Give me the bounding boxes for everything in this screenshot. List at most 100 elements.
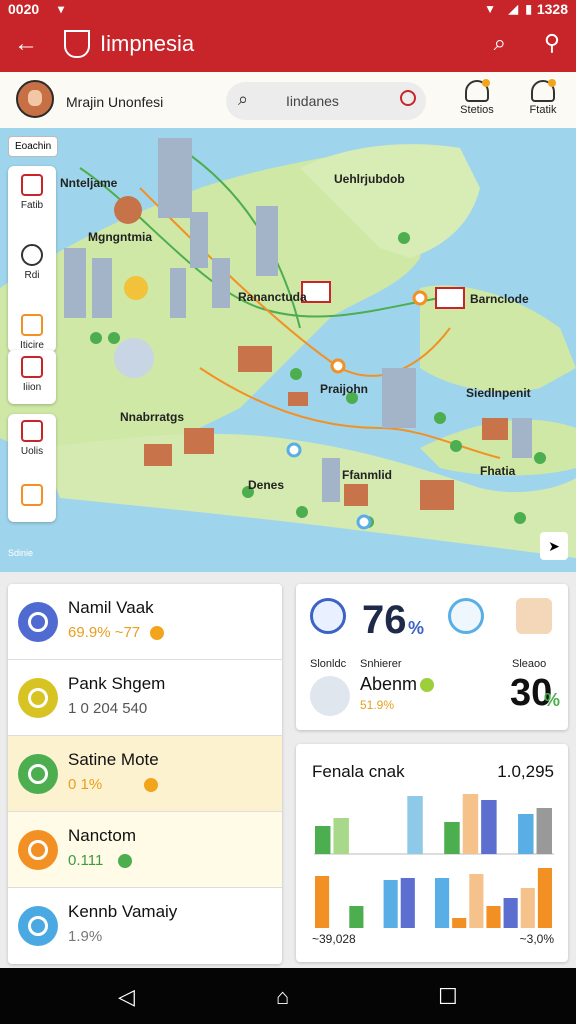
chart-bar	[315, 876, 330, 928]
chart-bar	[407, 796, 423, 854]
chart-bar	[536, 808, 552, 854]
star-icon	[21, 314, 43, 336]
status-dot	[150, 626, 164, 640]
avatar	[310, 676, 350, 716]
status-button[interactable]: Stetios	[450, 79, 504, 116]
map-label: Ffanmlid	[342, 468, 392, 482]
app-bar: ← Iimpnesia ⌕ ⚲	[0, 18, 576, 72]
system-nav-bar: ◁ ⌂ ☐	[0, 968, 576, 1024]
chart-bar	[520, 888, 535, 928]
search-row: Mrajin Unonfesi ⌕ Iindanes Stetios Ftati…	[0, 72, 576, 128]
signal-icon: ◢	[508, 2, 518, 16]
compass-icon[interactable]: ➤	[540, 532, 568, 560]
list-item-name: Satine Mote	[68, 750, 159, 769]
stat-label: Slonldc	[310, 658, 347, 670]
avatar[interactable]	[16, 80, 54, 118]
list-item[interactable]: Pank Shgem 1 0 204 540	[8, 660, 282, 736]
search-placeholder: Iindanes	[286, 93, 339, 109]
list-item[interactable]: Satine Mote 0 1%	[8, 736, 282, 812]
nav-back-icon[interactable]: ◁	[118, 984, 135, 1010]
back-arrow-icon[interactable]: ←	[14, 30, 38, 58]
chart-bar	[452, 918, 467, 928]
chart-bar	[537, 868, 552, 928]
map-side-panel: Fatib Rdi Iticire	[8, 166, 56, 352]
pin-icon	[18, 678, 58, 718]
map-label: Rananctuda	[238, 290, 307, 304]
bar-chart-card: Fenala cnak 1.0,295 ~39,028 ~3,0%	[296, 744, 568, 962]
category-list: Namil Vaak 69.9% ~77 Pank Shgem 1 0 204 …	[8, 584, 282, 964]
stat-big-unit: %	[408, 618, 425, 638]
person-name: Abenm	[360, 674, 418, 694]
chart-bar	[383, 880, 398, 928]
status-clock: 1328	[536, 1, 568, 17]
location-pin-icon[interactable]	[400, 90, 416, 106]
map-label: Nnteljame	[60, 176, 118, 190]
side-item-uolis[interactable]: Uolis	[8, 420, 56, 474]
wifi-icon: ▼	[484, 2, 496, 16]
search-input[interactable]: ⌕ Iindanes	[226, 82, 426, 120]
chart-bar	[503, 898, 518, 928]
stat-big-unit-2: %	[544, 690, 561, 710]
list-item[interactable]: Namil Vaak 69.9% ~77	[8, 584, 282, 660]
greeting-text: Mrajin Unonfesi	[66, 94, 164, 110]
home-icon	[531, 79, 556, 102]
list-item-value: 69.9% ~77	[68, 624, 141, 641]
list-item-name: Kennb Vamaiy	[68, 902, 178, 921]
stat-big-value: 76	[362, 598, 407, 642]
profile-icon[interactable]: ⚲	[544, 30, 560, 56]
map-label: Nnabrratgs	[120, 410, 185, 424]
map-graphic	[0, 138, 576, 558]
status-dot	[118, 854, 132, 868]
status-dot	[420, 678, 434, 692]
list-item-name: Nanctom	[68, 826, 137, 845]
map-attribution: Sdinie	[8, 548, 34, 558]
list-item[interactable]: Nanctom 0.111	[8, 812, 282, 888]
list-item-value: 1 0 204 540	[68, 700, 148, 717]
filter-button-label: Ftatik	[529, 104, 557, 116]
side-item-iiion[interactable]: Iiion	[8, 356, 56, 410]
person-percent: 51.9%	[360, 698, 395, 712]
compass-icon	[448, 598, 484, 634]
chat-icon	[18, 602, 58, 642]
chart-bar	[315, 826, 331, 854]
map-label: Uehlrjubdob	[334, 172, 405, 186]
magnifier-icon: ⌕	[238, 89, 249, 109]
temple-icon	[516, 598, 552, 634]
map-side-panel-3: Uolis	[8, 414, 56, 522]
stat-label: Sleaoo	[512, 658, 547, 670]
chart-bar	[462, 794, 479, 854]
document-icon	[18, 754, 58, 794]
list-item-value: 0.111	[68, 852, 104, 869]
map-chip[interactable]: Eoachin	[8, 136, 59, 157]
chart-bar	[444, 822, 460, 854]
chart-bar	[481, 800, 497, 854]
map-label: Mgngntmia	[88, 230, 152, 244]
calendar-icon	[21, 356, 43, 378]
side-item-label: Uolis	[20, 446, 44, 457]
side-item-rdi[interactable]: Rdi	[8, 244, 56, 306]
city-map[interactable]: Eoachin Nnteljame Mgngntmia Uehlrjubdob …	[0, 128, 576, 572]
map-label: Fhatia	[480, 464, 516, 478]
chart-bar	[469, 874, 484, 928]
chart-bar	[349, 906, 364, 928]
map-label: Barnclode	[470, 292, 529, 306]
list-item[interactable]: Kennb Vamaiy 1.9%	[8, 888, 282, 964]
map-label: Praijohn	[320, 382, 369, 396]
nav-recents-icon[interactable]: ☐	[438, 984, 458, 1010]
list-item-value: 1.9%	[68, 928, 103, 945]
filter-button[interactable]: Ftatik	[516, 79, 570, 116]
nav-home-icon[interactable]: ⌂	[276, 984, 289, 1010]
side-item-fatib[interactable]: Fatib	[8, 174, 56, 236]
app-title: Iimpnesia	[100, 31, 195, 56]
side-item-label: Rdi	[24, 270, 40, 281]
chart-bar	[435, 878, 450, 928]
status-time: 0020	[8, 1, 40, 17]
chart-bar	[518, 814, 534, 854]
side-item-folder[interactable]	[8, 484, 56, 538]
stat-label: Snhierer	[360, 658, 402, 670]
search-icon[interactable]: ⌕	[494, 30, 506, 56]
app-logo	[64, 30, 90, 58]
chart-bar	[333, 818, 349, 854]
side-item-label: Fatib	[20, 200, 44, 211]
clock-icon	[21, 244, 43, 266]
